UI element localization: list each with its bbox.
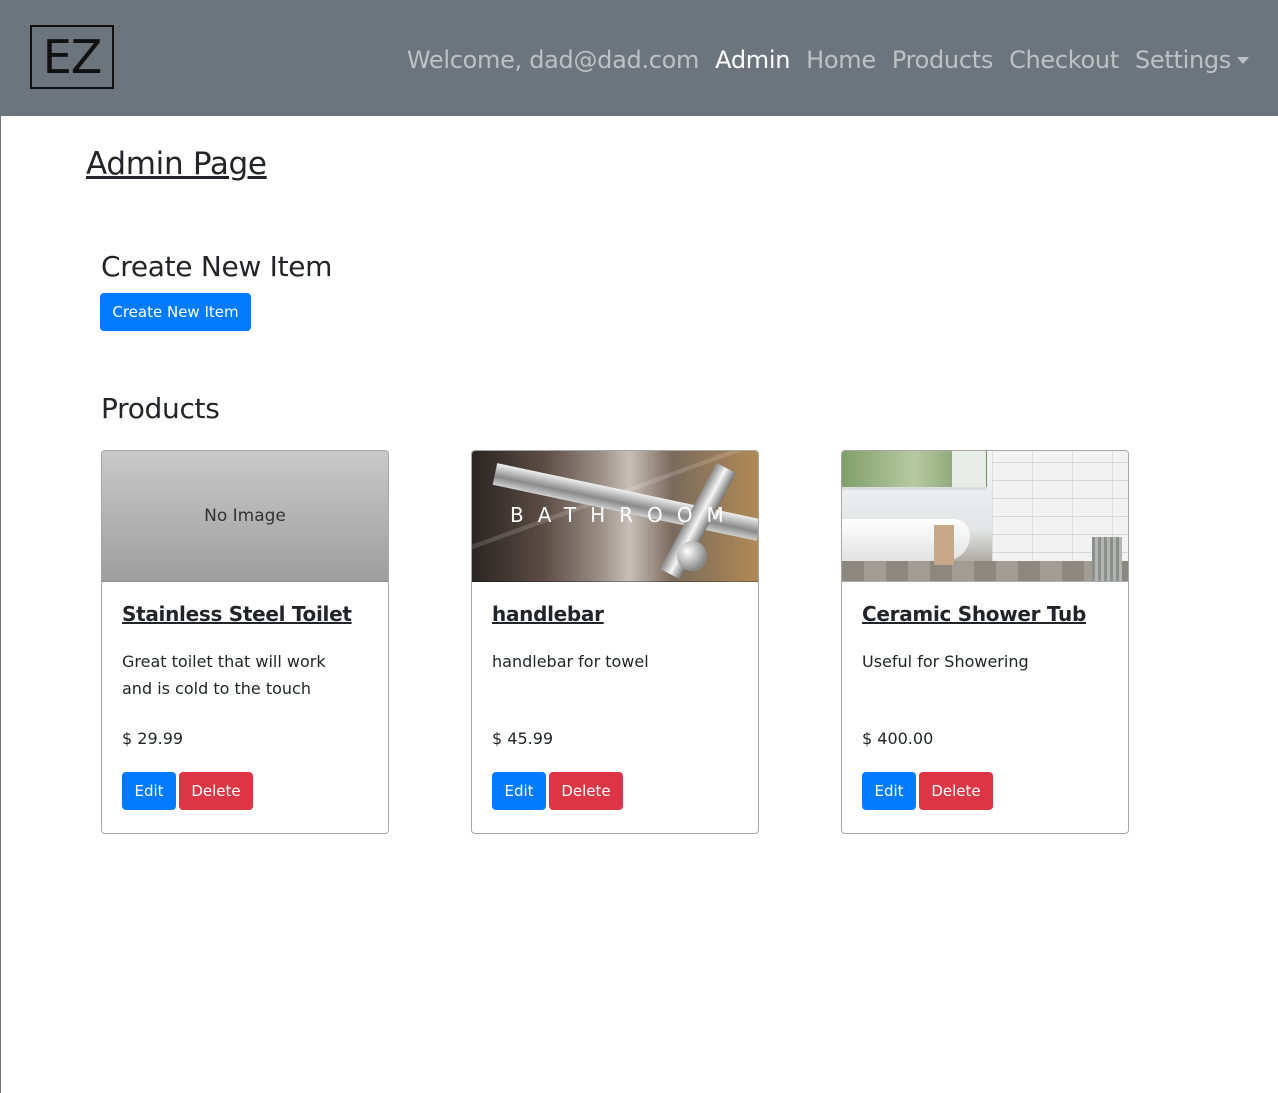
edit-button[interactable]: Edit	[492, 772, 546, 810]
welcome-text: Welcome, dad@dad.com	[406, 46, 700, 74]
product-price: $ 400.00	[862, 729, 934, 748]
product-description: handlebar for towel	[492, 652, 649, 671]
create-section-heading: Create New Item	[101, 250, 333, 283]
card-actions: Edit Delete	[122, 772, 253, 810]
edit-button[interactable]: Edit	[862, 772, 916, 810]
product-name-link[interactable]: Ceramic Shower Tub	[862, 602, 1086, 626]
product-card: BATHROOM handlebar handlebar for towel $…	[471, 450, 759, 834]
product-price: $ 29.99	[122, 729, 184, 748]
towel-graphic	[1092, 537, 1122, 581]
product-name-link[interactable]: Stainless Steel Toilet	[122, 602, 352, 626]
nav-admin-link[interactable]: Admin	[707, 46, 798, 74]
product-image-placeholder: No Image	[102, 451, 388, 582]
delete-button[interactable]: Delete	[549, 772, 623, 810]
nav-home-link[interactable]: Home	[798, 46, 884, 74]
product-card: Ceramic Shower Tub Useful for Showering …	[841, 450, 1129, 834]
card-actions: Edit Delete	[492, 772, 623, 810]
product-description: Useful for Showering	[862, 652, 1029, 671]
window-frame-graphic	[952, 451, 986, 487]
delete-button[interactable]: Delete	[919, 772, 993, 810]
towel-graphic	[934, 525, 954, 565]
product-name-link[interactable]: handlebar	[492, 602, 604, 626]
top-navbar: EZ Welcome, dad@dad.com Admin Home Produ…	[1, 0, 1278, 116]
ez-logo[interactable]: EZ	[30, 25, 114, 89]
image-overlay-text: BATHROOM	[510, 503, 738, 527]
product-image	[842, 451, 1128, 582]
edit-button[interactable]: Edit	[122, 772, 176, 810]
product-image: BATHROOM	[472, 451, 758, 582]
card-actions: Edit Delete	[862, 772, 993, 810]
products-section-heading: Products	[101, 392, 220, 425]
nav-settings-label: Settings	[1134, 46, 1231, 74]
nav-checkout-link[interactable]: Checkout	[1001, 46, 1127, 74]
product-price: $ 45.99	[492, 729, 554, 748]
product-description: Great toilet that will work and is cold …	[122, 652, 326, 698]
floor-graphic	[842, 561, 1128, 581]
no-image-label: No Image	[204, 506, 286, 526]
nav-products-link[interactable]: Products	[884, 46, 1001, 74]
towel-bar-knob-graphic	[677, 541, 707, 571]
caret-down-icon	[1237, 57, 1249, 64]
product-card: No Image Stainless Steel Toilet Great to…	[101, 450, 389, 834]
nav-settings-dropdown[interactable]: Settings	[1127, 46, 1257, 74]
nav-links: Welcome, dad@dad.com Admin Home Products…	[399, 42, 1257, 78]
page-title: Admin Page	[86, 146, 267, 182]
delete-button[interactable]: Delete	[179, 772, 253, 810]
create-new-item-button[interactable]: Create New Item	[100, 293, 251, 331]
